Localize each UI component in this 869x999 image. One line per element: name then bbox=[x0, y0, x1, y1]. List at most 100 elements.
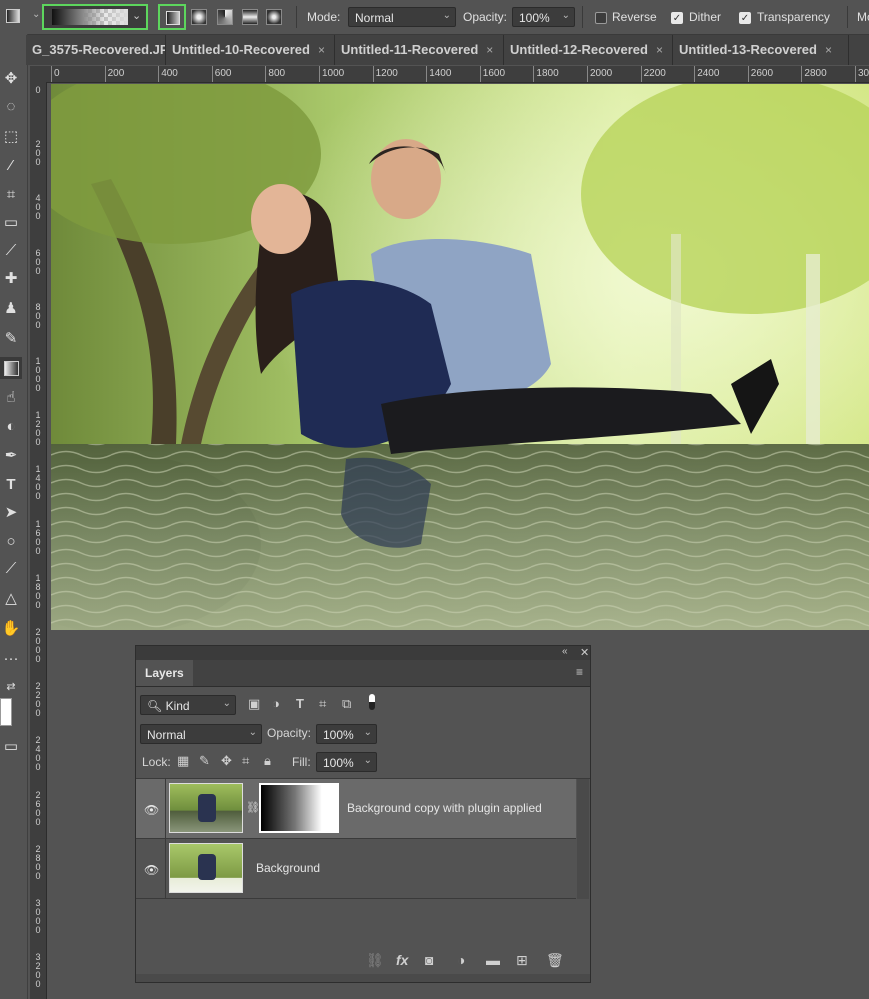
layer-name[interactable]: Background bbox=[256, 861, 320, 875]
close-icon[interactable]: × bbox=[486, 43, 493, 57]
document-canvas[interactable] bbox=[51, 84, 869, 630]
transparency-checkbox[interactable]: ✓ bbox=[739, 12, 751, 24]
path-select-icon[interactable]: ➤ bbox=[0, 502, 22, 524]
dither-checkbox[interactable]: ✓ bbox=[671, 12, 683, 24]
layers-panel: « ✕ Layers ≡ 🔍︎ Kind ⌄ ▣ ◑ T ⌗ ⧉ Normal … bbox=[135, 645, 591, 983]
new-layer-icon[interactable]: ⊞ bbox=[516, 952, 528, 969]
layer-row-background[interactable]: 👁︎ Background bbox=[136, 839, 576, 899]
layer-opacity-input[interactable]: 100% ⌄ bbox=[316, 724, 377, 744]
blend-mode-value: Normal bbox=[147, 728, 186, 742]
ruler-tick bbox=[372, 66, 374, 82]
select-icon[interactable]: ⬚ bbox=[0, 126, 22, 148]
trash-icon[interactable]: 🗑︎ bbox=[546, 952, 564, 969]
move-icon[interactable]: ✥ bbox=[0, 68, 22, 90]
tool-preset-icon[interactable] bbox=[6, 9, 20, 23]
tab-label: Untitled-10-Recovered bbox=[172, 42, 310, 57]
hand-icon[interactable]: ✋ bbox=[0, 618, 22, 640]
opacity-input[interactable]: 100% ⌄ bbox=[512, 7, 575, 27]
tab-layers[interactable]: Layers bbox=[136, 660, 193, 686]
close-icon[interactable]: × bbox=[825, 43, 832, 57]
angle-gradient-button[interactable] bbox=[217, 9, 233, 25]
ruler-tick bbox=[319, 66, 320, 82]
color-swatch[interactable] bbox=[0, 698, 12, 726]
tool-preset-chevron-icon[interactable]: ⌄ bbox=[32, 9, 40, 20]
more-icon[interactable]: ··· bbox=[0, 648, 22, 670]
lasso-icon[interactable]: ◌ bbox=[0, 96, 22, 118]
adjustment-layer-icon[interactable]: ◑ bbox=[457, 952, 465, 968]
chevron-down-icon: ⌄ bbox=[363, 727, 372, 738]
opacity-label: Opacity: bbox=[463, 10, 508, 24]
eyedropper-icon[interactable]: ⟋ bbox=[0, 240, 22, 262]
gradient-picker[interactable]: ⌄ bbox=[42, 4, 148, 30]
add-mask-icon[interactable]: ◙ bbox=[425, 952, 433, 968]
smudge-icon[interactable]: ☝ bbox=[0, 387, 22, 409]
triangle-icon[interactable]: △ bbox=[0, 588, 22, 610]
visibility-eye-icon[interactable]: 👁︎ bbox=[144, 803, 159, 817]
layer-row-background-copy[interactable]: 👁︎ ⛓︎ Background copy with plugin applie… bbox=[136, 779, 576, 839]
image-filter-icon[interactable]: ▣ bbox=[248, 696, 260, 712]
ruler-label: 800 bbox=[35, 301, 41, 330]
layer-name[interactable]: Background copy with plugin applied bbox=[347, 801, 542, 815]
crop-icon[interactable]: ⌗ bbox=[0, 184, 22, 206]
ruler-label: 0 bbox=[54, 68, 60, 79]
link-layers-icon[interactable]: ⛓︎ bbox=[366, 952, 384, 969]
reflected-gradient-button[interactable] bbox=[242, 9, 258, 25]
ruler-tick bbox=[265, 66, 267, 82]
layer-mask-thumbnail[interactable] bbox=[259, 783, 339, 833]
type-filter-icon[interactable]: T bbox=[296, 696, 304, 711]
lock-image-icon[interactable]: ✎ bbox=[199, 753, 210, 769]
linear-gradient-button[interactable] bbox=[158, 4, 186, 30]
overflow-label[interactable]: Mo bbox=[857, 10, 869, 24]
close-icon[interactable]: × bbox=[656, 43, 663, 57]
stamp-icon[interactable]: ♟ bbox=[0, 298, 22, 320]
radial-gradient-button[interactable] bbox=[191, 9, 207, 25]
dodge-icon[interactable]: ◐ bbox=[0, 416, 22, 438]
collapse-icon[interactable]: « bbox=[562, 646, 568, 657]
shape-filter-icon[interactable]: ⌗ bbox=[319, 696, 326, 712]
document-tab[interactable]: Untitled-11-Recovered × bbox=[335, 35, 504, 65]
pen-icon[interactable]: ✒ bbox=[0, 445, 22, 467]
document-tab[interactable]: G_3575-Recovered.JPG× bbox=[26, 35, 166, 65]
mask-link-icon[interactable]: ⛓︎ bbox=[246, 801, 260, 814]
close-icon[interactable]: × bbox=[318, 43, 325, 57]
ruler-tick bbox=[747, 66, 749, 82]
visibility-eye-icon[interactable]: 👁︎ bbox=[144, 863, 159, 877]
document-tab[interactable]: Untitled-10-Recovered × bbox=[166, 35, 335, 65]
diamond-gradient-button[interactable] bbox=[266, 9, 282, 25]
ellipse-icon[interactable]: ○ bbox=[0, 531, 22, 553]
chevron-down-icon: ⌄ bbox=[222, 698, 231, 709]
tab-label: Untitled-11-Recovered bbox=[341, 42, 479, 57]
document-tab[interactable]: Untitled-12-Recovered × bbox=[504, 35, 673, 65]
fill-input[interactable]: 100% ⌄ bbox=[316, 752, 377, 772]
kind-filter-select[interactable]: 🔍︎ Kind ⌄ bbox=[140, 695, 236, 715]
lock-position-icon[interactable]: ✥ bbox=[221, 753, 232, 769]
brush-icon[interactable]: ✎ bbox=[0, 328, 22, 350]
adjustment-filter-icon[interactable]: ◑ bbox=[272, 696, 280, 711]
ruler-label: 1000 bbox=[322, 68, 345, 79]
gradient-icon[interactable] bbox=[0, 357, 22, 379]
smart-object-filter-icon[interactable]: ⧉ bbox=[342, 696, 351, 712]
lock-all-icon[interactable]: 🔒︎ bbox=[264, 753, 271, 769]
layer-list-scrollbar[interactable] bbox=[577, 779, 589, 899]
ruler-label: 3200 bbox=[35, 952, 41, 990]
document-tab[interactable]: Untitled-13-Recovered × bbox=[673, 35, 849, 65]
mode-select[interactable]: Normal ⌄ bbox=[348, 7, 456, 27]
type-icon[interactable]: T bbox=[0, 474, 22, 496]
panel-menu-icon[interactable]: ≡ bbox=[576, 665, 583, 679]
wand-icon[interactable]: ⁄ bbox=[0, 155, 22, 177]
resize-grip[interactable] bbox=[136, 974, 590, 982]
line-icon[interactable]: ⟋ bbox=[0, 558, 22, 580]
blend-mode-select[interactable]: Normal ⌄ bbox=[140, 724, 262, 744]
brush-heal-icon[interactable]: ✚ bbox=[0, 268, 22, 290]
lock-artboard-icon[interactable]: ⌗ bbox=[242, 753, 249, 769]
swap-icon[interactable]: ⇄ bbox=[0, 676, 22, 698]
chevron-down-icon: ⌄ bbox=[561, 10, 570, 21]
close-icon[interactable]: ✕ bbox=[580, 646, 589, 659]
fx-icon[interactable]: fx bbox=[396, 952, 408, 968]
frame-icon[interactable]: ▭ bbox=[0, 212, 22, 234]
reverse-checkbox[interactable] bbox=[595, 12, 607, 24]
lock-transparent-icon[interactable]: ▦ bbox=[177, 753, 189, 769]
screen-mode-icon[interactable]: ▭ bbox=[0, 736, 22, 758]
filter-toggle-icon[interactable] bbox=[369, 694, 375, 710]
new-group-icon[interactable]: ▬ bbox=[486, 952, 500, 968]
